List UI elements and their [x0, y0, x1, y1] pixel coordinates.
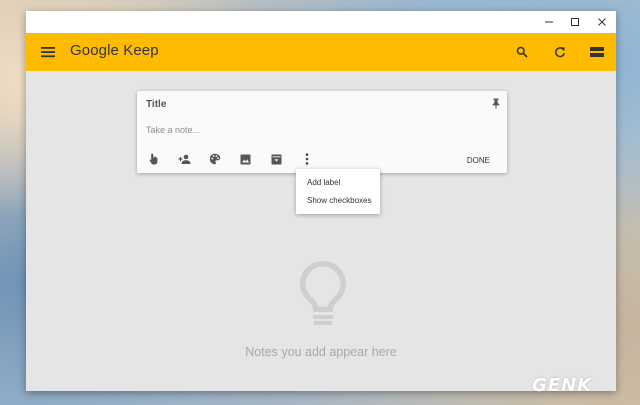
close-icon	[598, 18, 606, 26]
remind-me-icon	[149, 153, 157, 165]
refresh-icon	[555, 47, 566, 58]
collaborator-button[interactable]	[177, 152, 191, 166]
note-editor-card: Title Take a note... DONE	[137, 91, 507, 173]
done-button[interactable]: DONE	[467, 156, 490, 165]
watermark-logo: GENK	[532, 375, 593, 396]
image-icon	[240, 154, 250, 164]
app-window: Google Keep Title Take a note... DONE Ad…	[26, 11, 616, 391]
more-options-button[interactable]	[300, 152, 314, 166]
remind-me-button[interactable]	[147, 152, 161, 166]
list-view-button[interactable]	[586, 42, 608, 62]
more-options-menu: Add label Show checkboxes	[296, 169, 380, 214]
minimize-button[interactable]	[536, 11, 562, 33]
add-image-button[interactable]	[238, 152, 252, 166]
list-view-icon	[590, 47, 604, 57]
note-body-field[interactable]: Take a note...	[146, 125, 200, 135]
lightbulb-icon	[300, 261, 346, 325]
change-color-button[interactable]	[208, 152, 222, 166]
menu-item-show-checkboxes[interactable]: Show checkboxes	[307, 196, 371, 205]
main-content: Title Take a note... DONE Add label Show…	[26, 71, 616, 391]
menu-icon	[41, 47, 55, 58]
menu-item-add-label[interactable]: Add label	[307, 178, 340, 187]
app-logo: Google Keep	[70, 42, 159, 59]
note-title-field[interactable]: Title	[146, 99, 166, 110]
search-button[interactable]	[512, 42, 532, 62]
maximize-button[interactable]	[562, 11, 588, 33]
title-bar	[26, 11, 616, 33]
minimize-icon	[545, 21, 553, 23]
close-button[interactable]	[589, 11, 615, 33]
app-bar: Google Keep	[26, 33, 616, 71]
empty-state-message: Notes you add appear here	[245, 345, 397, 359]
palette-icon	[209, 153, 221, 165]
archive-button[interactable]	[269, 152, 283, 166]
more-vert-icon	[305, 153, 309, 165]
search-icon	[516, 46, 528, 58]
main-menu-button[interactable]	[38, 42, 58, 62]
archive-icon	[271, 154, 281, 164]
refresh-button[interactable]	[550, 42, 570, 62]
maximize-icon	[571, 18, 579, 26]
pin-button[interactable]	[491, 97, 501, 109]
collaborator-icon	[178, 154, 190, 164]
pin-icon	[492, 98, 500, 109]
